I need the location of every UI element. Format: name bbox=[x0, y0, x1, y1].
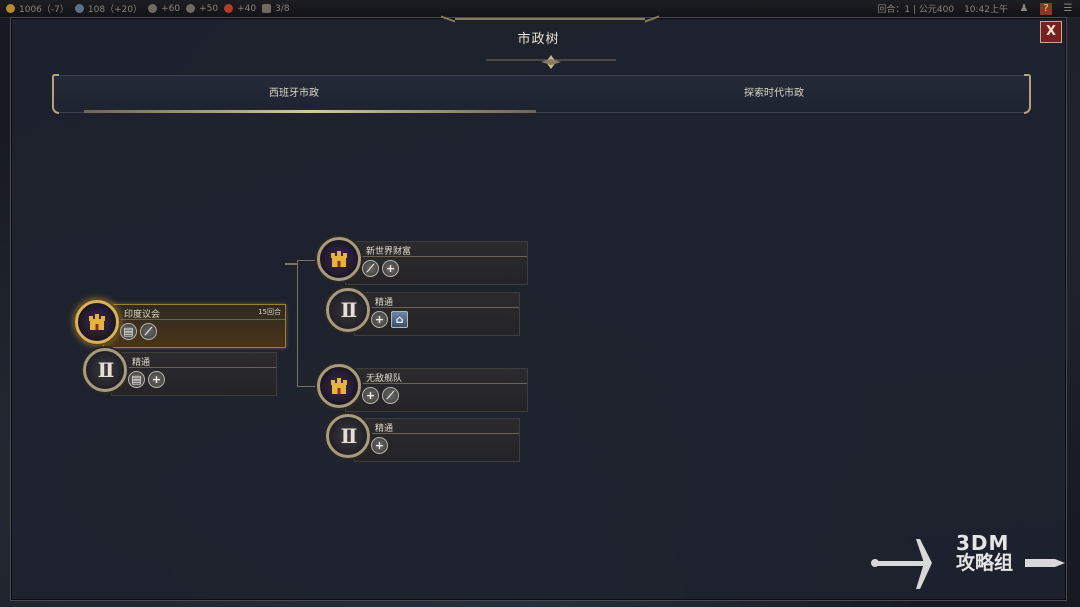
close-button[interactable]: X bbox=[1040, 21, 1062, 43]
culture-resource[interactable]: +50 bbox=[186, 4, 218, 14]
gold-resource[interactable]: 1006（-7） bbox=[6, 2, 69, 15]
turns-remaining: 15回合 bbox=[258, 308, 281, 316]
influence-icon bbox=[224, 4, 234, 13]
roman-numeral-icon: II bbox=[97, 358, 115, 382]
settlement-icon bbox=[262, 4, 272, 13]
selected-tab-indicator bbox=[84, 110, 536, 113]
title-divider-ornament bbox=[486, 55, 616, 69]
civic-card: 精通 + ⌂ bbox=[354, 292, 520, 336]
building-icon[interactable]: ▤ bbox=[128, 371, 145, 388]
faith-icon bbox=[148, 4, 158, 13]
castle-icon bbox=[317, 364, 361, 408]
settlement-resource[interactable]: 3/8 bbox=[262, 4, 290, 14]
quill-icon[interactable]: ⟋ bbox=[140, 323, 157, 340]
advisor-icon[interactable]: ♟ bbox=[1018, 3, 1030, 15]
help-icon[interactable]: ? bbox=[1040, 2, 1052, 15]
mastery-medal: II bbox=[83, 348, 127, 392]
civic-card: 精通 ▤ + bbox=[111, 352, 277, 396]
window-title: 市政树 bbox=[517, 32, 560, 47]
science-resource[interactable]: 108（+20） bbox=[74, 2, 142, 15]
mastery-medal: II bbox=[326, 288, 370, 332]
watermark-subtitle: 攻略组 bbox=[956, 552, 1014, 574]
civic-card: 精通 + bbox=[354, 418, 520, 462]
castle-icon bbox=[317, 237, 361, 281]
civics-tabs: 西班牙市政 探索时代市政 bbox=[52, 74, 1031, 114]
plus-icon[interactable]: + bbox=[382, 260, 399, 277]
roman-numeral-icon: II bbox=[340, 424, 358, 448]
civic-card: 印度议会 15回合 ▤ ⟋ bbox=[103, 304, 286, 348]
mastery-medal: II bbox=[326, 414, 370, 458]
3dm-watermark-logo: 3DM 攻略组 bbox=[870, 533, 1065, 593]
civic-card: 无敌舰队 + ⟋ bbox=[345, 368, 528, 412]
watermark-3dm: 3DM bbox=[956, 531, 1010, 555]
menu-icon[interactable]: ☰ bbox=[1062, 3, 1074, 15]
plus-icon[interactable]: + bbox=[362, 387, 379, 404]
roman-numeral-icon: II bbox=[340, 298, 358, 322]
top-status-bar: 1006（-7） 108（+20） +60 +50 +40 3/8 回合：1 |… bbox=[0, 0, 1080, 18]
sword-icon bbox=[871, 539, 932, 589]
tile-icon[interactable]: ⌂ bbox=[391, 311, 408, 328]
castle-icon bbox=[75, 300, 119, 344]
clock: 10:42上午 bbox=[964, 5, 1008, 15]
science-icon bbox=[74, 4, 84, 13]
plus-icon[interactable]: + bbox=[148, 371, 165, 388]
quill-icon[interactable]: ⟋ bbox=[362, 260, 379, 277]
faith-resource[interactable]: +60 bbox=[148, 4, 180, 14]
influence-resource[interactable]: +40 bbox=[224, 4, 256, 14]
turn-counter: 回合：1 | 公元400 bbox=[877, 5, 955, 15]
quill-icon[interactable]: ⟋ bbox=[382, 387, 399, 404]
tab-spanish-civics[interactable]: 西班牙市政 bbox=[54, 76, 534, 112]
tab-frame-right bbox=[1024, 74, 1031, 114]
civic-card: 新世界财富 ⟋ + bbox=[345, 241, 528, 285]
plus-icon[interactable]: + bbox=[371, 437, 388, 454]
tree-connector bbox=[297, 260, 318, 387]
gold-icon bbox=[6, 4, 15, 13]
culture-icon bbox=[186, 4, 196, 13]
tab-exploration-age-civics[interactable]: 探索时代市政 bbox=[534, 76, 1014, 112]
tree-connector bbox=[285, 263, 297, 265]
building-icon[interactable]: ▤ bbox=[120, 323, 137, 340]
plus-icon[interactable]: + bbox=[371, 311, 388, 328]
civics-tree-window: 市政树 X 西班牙市政 探索时代市政 印度议会 15回合 ▤ ⟋ 精通 ▤ + … bbox=[10, 17, 1067, 601]
